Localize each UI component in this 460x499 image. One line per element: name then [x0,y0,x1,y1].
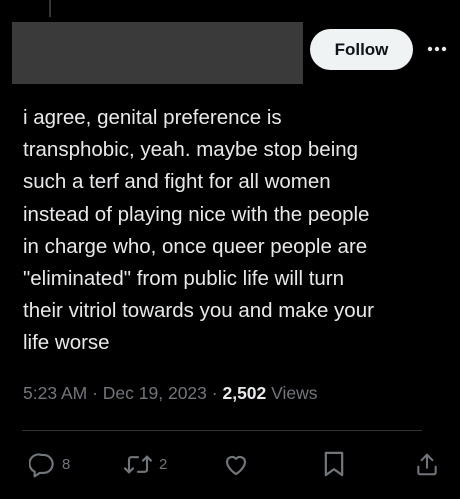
more-horizontal-icon [427,46,447,52]
repost-button[interactable]: 2 [123,450,167,478]
repost-count: 2 [159,455,168,473]
redacted-author-block [12,22,303,84]
bookmark-button[interactable] [322,450,346,478]
views-count: 2,502 [222,383,267,403]
reply-button[interactable]: 8 [29,450,70,478]
reply-icon [29,452,54,477]
repost-icon [123,455,153,473]
meta-separator: · [92,383,98,403]
like-button[interactable] [222,450,250,478]
views-label: Views [271,383,318,403]
post-time[interactable]: 5:23 AM [23,383,87,403]
action-divider [22,430,422,431]
post-date[interactable]: Dec 19, 2023 [103,383,207,403]
reply-count: 8 [62,455,71,473]
post-text: i agree, genital preference is transphob… [23,106,374,355]
post-metadata: 5:23 AM · Dec 19, 2023 · 2,502 Views [23,383,318,404]
like-icon [225,455,247,475]
follow-button[interactable]: Follow [310,29,413,70]
share-button[interactable] [414,450,440,478]
share-icon [417,453,437,475]
thread-connector-line [49,0,51,17]
more-options-button[interactable] [424,38,450,60]
bookmark-icon [324,451,344,477]
meta-separator: · [211,383,218,403]
